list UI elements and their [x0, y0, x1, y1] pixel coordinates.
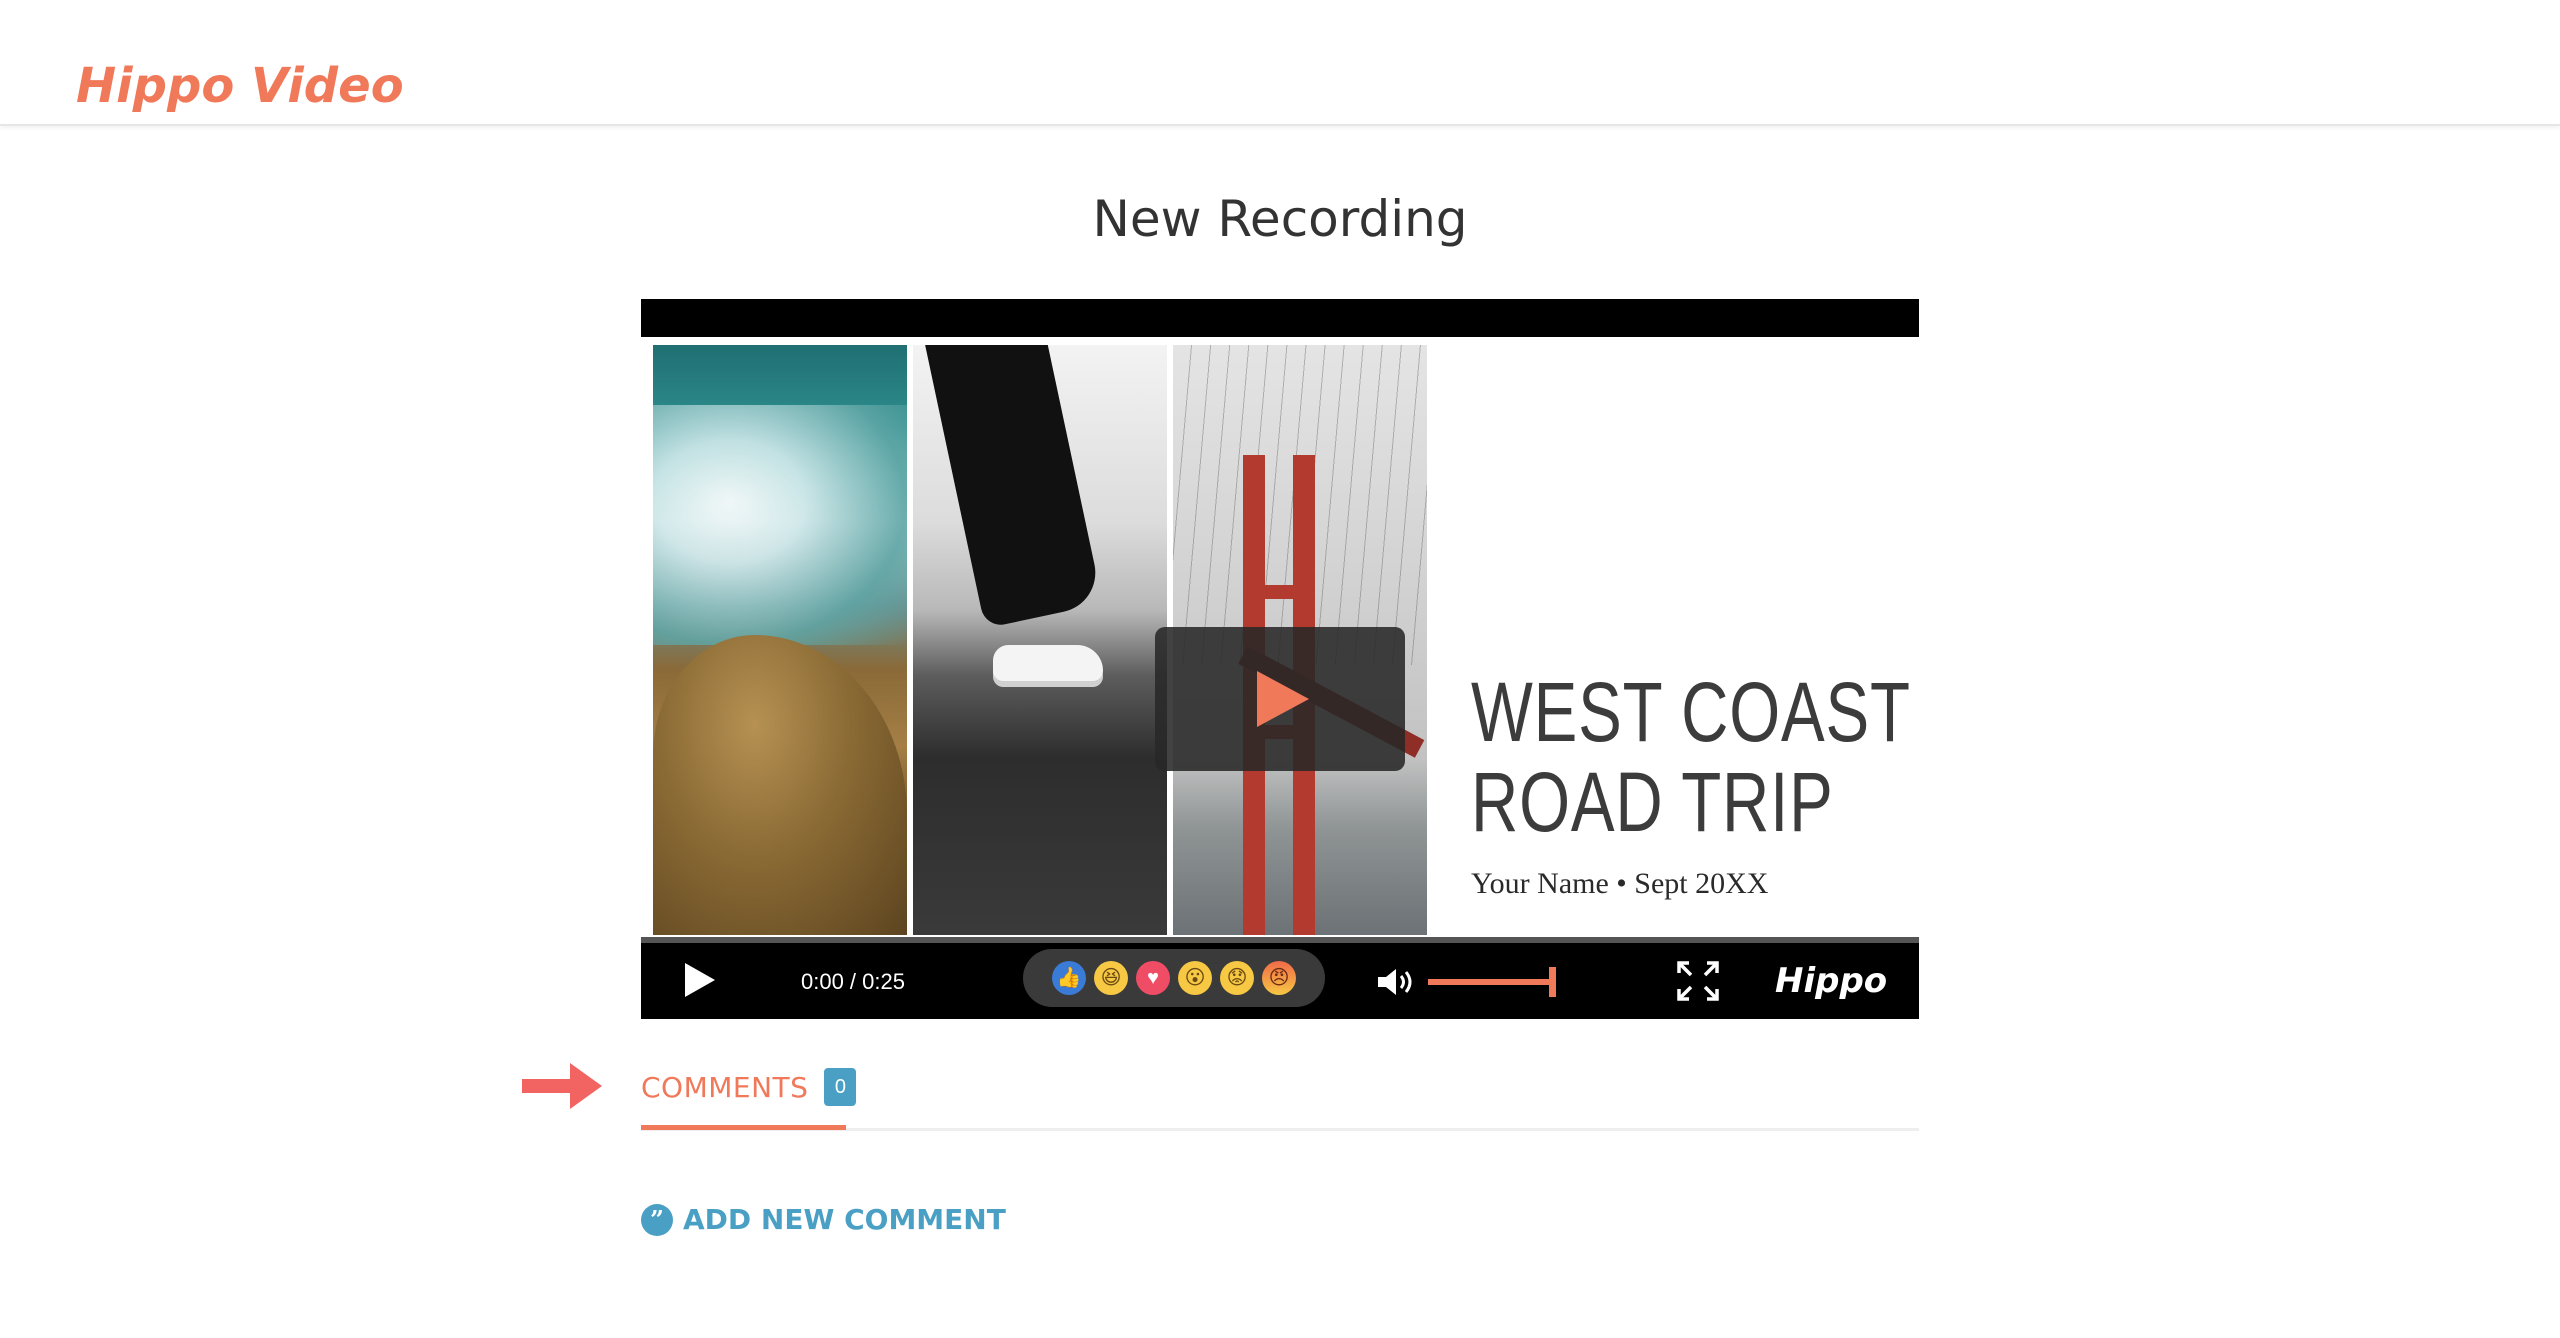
angry-reaction-icon[interactable]: 😠	[1262, 961, 1296, 995]
volume-slider[interactable]	[1428, 979, 1552, 985]
top-header: Hippo Video	[0, 0, 2560, 126]
progress-bar[interactable]	[641, 937, 1919, 943]
slide-photo-shoe	[913, 345, 1167, 935]
add-new-comment-button[interactable]: ” ADD NEW COMMENT	[641, 1203, 1006, 1236]
slide-photo-ocean	[653, 345, 907, 935]
hippo-brand-logo[interactable]: Hippo	[1775, 961, 1887, 1001]
comments-count-badge: 0	[824, 1068, 857, 1106]
active-tab-indicator	[641, 1125, 846, 1130]
hippo-video-logo[interactable]: Hippo Video	[76, 38, 404, 110]
big-play-button[interactable]	[1155, 627, 1405, 771]
arrow-right-icon	[522, 1063, 602, 1109]
slide-title-block: WEST COAST ROAD TRIP Your Name • Sept 20…	[1471, 665, 1911, 901]
volume-icon[interactable]	[1376, 967, 1416, 997]
tab-comments[interactable]: COMMENTS 0	[641, 1068, 857, 1106]
love-reaction-icon[interactable]: ♥	[1136, 961, 1170, 995]
video-player[interactable]: WEST COAST ROAD TRIP Your Name • Sept 20…	[641, 299, 1919, 1019]
fullscreen-icon[interactable]	[1677, 961, 1719, 1001]
wow-reaction-icon[interactable]: 😮	[1178, 961, 1212, 995]
page-title: New Recording	[1092, 190, 1468, 248]
slide-title-line1: WEST COAST	[1471, 665, 1911, 759]
comment-quote-icon: ”	[641, 1203, 673, 1236]
sad-reaction-icon[interactable]: 😟	[1220, 961, 1254, 995]
comments-tab-label: COMMENTS	[641, 1070, 809, 1104]
slide-byline: Your Name • Sept 20XX	[1471, 867, 1769, 900]
haha-reaction-icon[interactable]: 😆	[1094, 961, 1128, 995]
slide-title-line2: ROAD TRIP	[1471, 755, 1834, 849]
logo-text: Hippo Video	[76, 58, 404, 114]
video-control-bar: 0:00 / 0:25 👍 😆 ♥ 😮 😟 😠 Hippo	[641, 937, 1919, 1019]
reaction-bar: 👍 😆 ♥ 😮 😟 😠	[1023, 949, 1325, 1007]
video-frame: WEST COAST ROAD TRIP Your Name • Sept 20…	[641, 337, 1919, 937]
add-new-comment-label: ADD NEW COMMENT	[683, 1203, 1006, 1236]
play-icon	[1257, 671, 1309, 727]
volume-slider-handle[interactable]	[1549, 967, 1556, 997]
play-icon[interactable]	[685, 963, 715, 997]
like-reaction-icon[interactable]: 👍	[1052, 961, 1086, 995]
time-display: 0:00 / 0:25	[801, 969, 905, 994]
